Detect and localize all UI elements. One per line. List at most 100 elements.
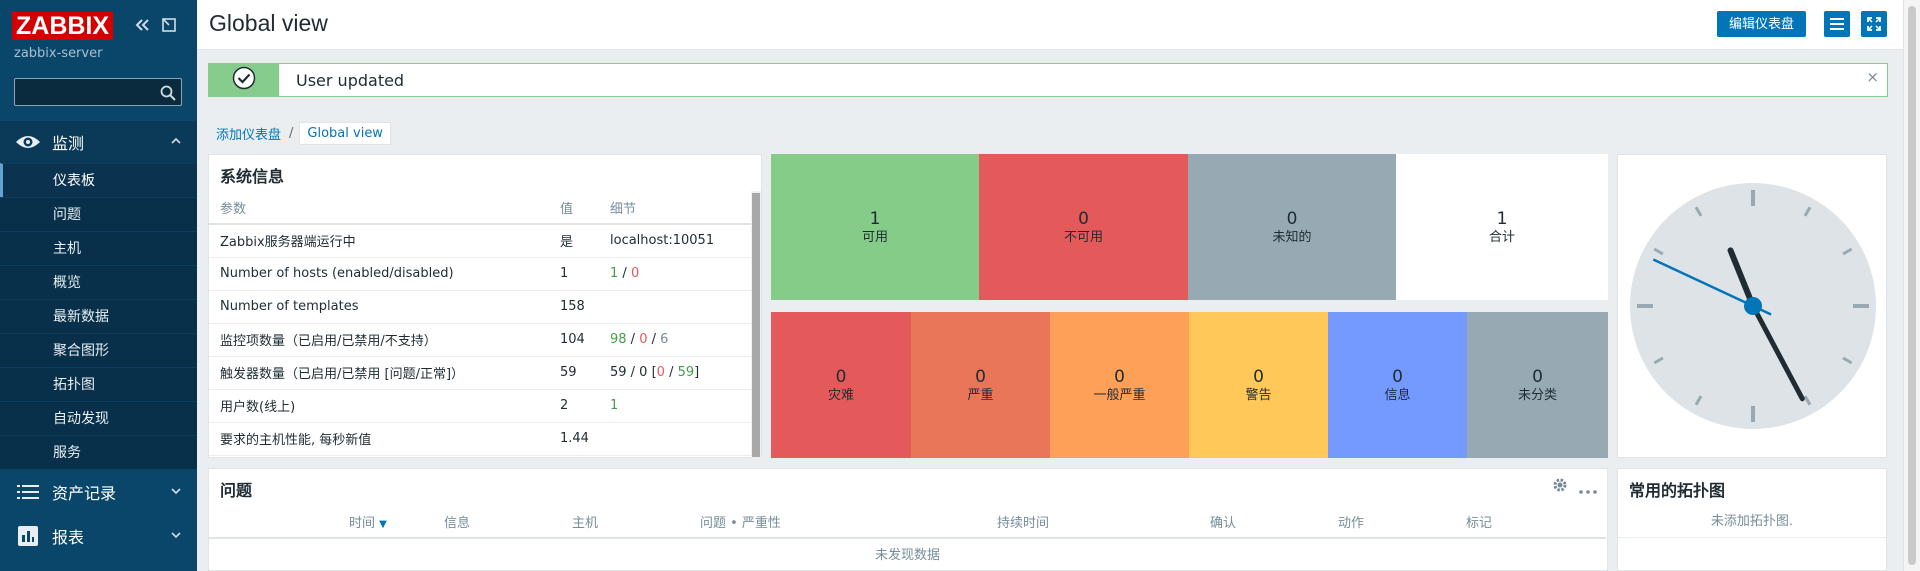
severity-tile-disaster[interactable]: 0 灾难 [771, 312, 911, 458]
more-options-icon[interactable] [1579, 483, 1597, 498]
column-header-tags: 标记 [1466, 505, 1606, 539]
empty-state-text: 未发现数据 [874, 548, 940, 563]
chevron-up-icon [171, 137, 181, 148]
value-cell: 是 [549, 224, 599, 258]
value-cell: 2 [549, 389, 599, 423]
server-name: zabbix-server [14, 46, 103, 61]
breadcrumb-current[interactable]: Global view [299, 121, 391, 145]
severity-tile-high[interactable]: 0 严重 [911, 312, 1050, 458]
availability-tile-unknown[interactable]: 0 未知的 [1188, 154, 1396, 300]
sidebar-item-screens[interactable]: 聚合图形 [0, 333, 197, 367]
column-header-actions: 动作 [1338, 505, 1466, 539]
search-icon[interactable] [159, 84, 177, 102]
zabbix-logo[interactable]: ZABBIX [12, 12, 114, 40]
separator: / [626, 332, 640, 347]
tile-count: 0 [1392, 366, 1403, 387]
breadcrumb-dashboards-link[interactable]: 添加仪表盘 [208, 124, 289, 143]
table-row: 用户数(线上) 2 1 [209, 389, 762, 423]
table-row: Number of templates 158 [209, 290, 762, 324]
tile-count: 0 [1114, 366, 1125, 387]
column-header-info: 信息 [444, 505, 572, 539]
details-text: localhost:10051 [610, 233, 715, 249]
fullscreen-icon[interactable] [1861, 11, 1887, 37]
column-header-host[interactable]: 主机 [572, 505, 700, 539]
tile-count: 1 [1496, 208, 1508, 229]
sidebar-item-problems[interactable]: 问题 [0, 197, 197, 231]
tile-label: 灾难 [827, 387, 854, 403]
table-row: 要求的主机性能, 每秒新值 1.44 [209, 422, 762, 456]
sidebar-item-maps[interactable]: 拓扑图 [0, 367, 197, 401]
column-header-problem-severity[interactable]: 问题 • 严重性 [700, 505, 997, 539]
severity-tile-warning[interactable]: 0 警告 [1189, 312, 1328, 458]
column-header: 细节 [599, 191, 762, 225]
separator: / [647, 332, 661, 347]
gear-icon[interactable] [1552, 477, 1568, 497]
details-text: 59 / 0 [ [610, 365, 657, 380]
tile-label: 信息 [1384, 387, 1411, 403]
availability-tile-available[interactable]: 1 可用 [771, 154, 979, 300]
list-icon [14, 480, 42, 504]
clock-widget [1617, 154, 1887, 458]
edit-dashboard-button[interactable]: 编辑仪表盘 [1717, 11, 1807, 37]
tile-label: 未知的 [1272, 229, 1312, 245]
eye-icon [14, 130, 42, 154]
details-cell: localhost:10051 [599, 224, 762, 258]
tile-label: 可用 [861, 229, 888, 245]
sidebar-item-overview[interactable]: 概览 [0, 265, 197, 299]
availability-tile-unavailable[interactable]: 0 不可用 [979, 154, 1188, 300]
value-cell: 158 [549, 290, 599, 324]
tile-label: 警告 [1245, 387, 1272, 403]
availability-tile-total[interactable]: 1 合计 [1396, 154, 1608, 300]
tile-label: 不可用 [1063, 229, 1103, 245]
column-label: 时间 [349, 515, 376, 531]
sidebar-item-discovery[interactable]: 自动发现 [0, 401, 197, 435]
widget-scrollbar[interactable] [751, 191, 761, 459]
menu-icon[interactable] [1824, 11, 1850, 37]
message-icon-area [209, 64, 279, 96]
kiosk-sidebar-icon[interactable] [160, 16, 178, 34]
tile-label: 严重 [967, 387, 994, 403]
tile-count: 0 [1532, 366, 1543, 387]
column-header-time[interactable]: 时间 ▼ [349, 505, 444, 539]
tile-label: 合计 [1488, 229, 1515, 245]
tile-label: 一般严重 [1093, 387, 1146, 403]
sidebar-item-latest-data[interactable]: 最新数据 [0, 299, 197, 333]
page-scrollbar[interactable] [1903, 0, 1920, 571]
disabled-count: 0 [630, 266, 640, 281]
unsupported-count: 6 [660, 332, 669, 347]
widget-title: 问题 [220, 481, 253, 500]
page-scrollbar-thumb[interactable] [1908, 6, 1916, 565]
severity-tile-average[interactable]: 0 一般严重 [1050, 312, 1189, 458]
sidebar-item-services[interactable]: 服务 [0, 435, 197, 469]
sidebar-item-dashboard[interactable]: 仪表板 [0, 163, 197, 197]
separator: / [664, 365, 678, 380]
widget-scrollbar-thumb[interactable] [752, 193, 760, 457]
sidebar: ZABBIX zabbix-server 监测 仪表板 问题 主机 概览 最新数… [0, 0, 197, 571]
severity-tile-information[interactable]: 0 信息 [1328, 312, 1467, 458]
param-cell: 触发器数量（已启用/已禁用 [问题/正常]） [209, 356, 549, 390]
table-row: 监控项数量（已启用/已禁用/不支持） 104 98 / 0 / 6 [209, 323, 762, 357]
collapse-sidebar-icon[interactable] [133, 16, 151, 34]
tile-count: 1 [869, 208, 881, 229]
menu-reports[interactable]: 报表 [0, 514, 197, 558]
tile-count: 0 [975, 366, 986, 387]
system-info-widget: 系统信息 参数 值 细节 Zabbix服务器端运行中 是 localhost:1… [208, 154, 762, 459]
column-header-duration: 持续时间 [997, 505, 1210, 539]
menu-inventory[interactable]: 资产记录 [0, 470, 197, 514]
tile-count: 0 [1253, 366, 1264, 387]
details-cell [599, 290, 762, 324]
search-input[interactable] [15, 79, 153, 105]
menu-monitoring[interactable]: 监测 [0, 121, 197, 163]
problem-count: 0 [656, 365, 665, 380]
details-cell [599, 422, 762, 456]
close-icon[interactable]: × [1866, 68, 1879, 86]
sidebar-item-hosts[interactable]: 主机 [0, 231, 197, 265]
favorite-maps-widget: 常用的拓扑图 未添加拓扑图. [1617, 468, 1887, 571]
problems-widget: 问题 时间 ▼ 信息 主机 问题 • 严重性 持续时间 确认 动作 标记 未发现… [208, 468, 1608, 571]
widget-title: 常用的拓扑图 [1629, 481, 1726, 500]
logo-row: ZABBIX [12, 12, 114, 40]
tile-label: 未分类 [1517, 387, 1557, 403]
severity-tile-not-classified[interactable]: 0 未分类 [1467, 312, 1608, 458]
column-header-ack: 确认 [1210, 505, 1338, 539]
value-cell: 1 [549, 257, 599, 291]
